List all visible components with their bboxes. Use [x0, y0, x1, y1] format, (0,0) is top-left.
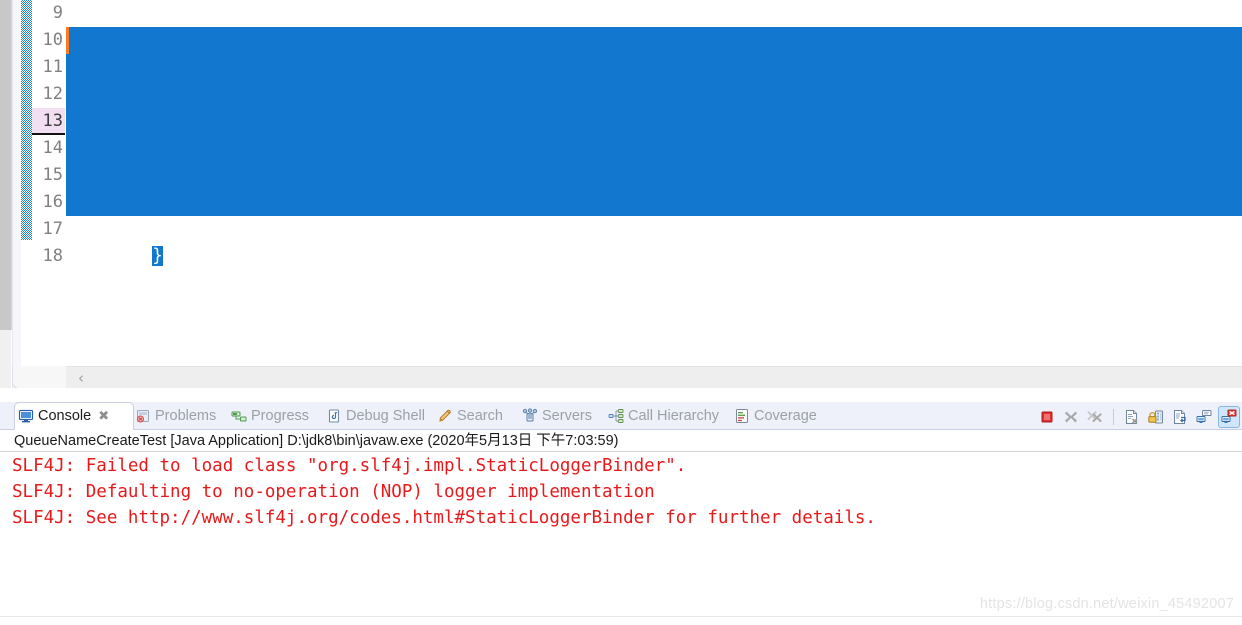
- tab-call-hierarchy[interactable]: Call Hierarchy: [605, 402, 722, 429]
- console-icon: [18, 408, 34, 424]
- tab-label: Console: [38, 408, 92, 424]
- line-number: 9: [52, 3, 63, 23]
- line-number: 11: [42, 57, 63, 77]
- selection-band: [66, 27, 1242, 54]
- close-icon[interactable]: ✖: [98, 408, 109, 424]
- selection-band: [66, 162, 1242, 189]
- selection-band: [66, 54, 1242, 81]
- watermark: https://blog.csdn.net/weixin_45492007: [979, 596, 1234, 612]
- tab-servers[interactable]: Servers: [519, 402, 595, 429]
- line-number: 15: [42, 165, 63, 185]
- line-number: 12: [42, 84, 63, 104]
- console-bottom-edge: [0, 616, 1242, 625]
- code-line: RabbitMqUtils mqUtils = new RabbitMqUtil…: [66, 81, 1242, 158]
- terminate-button[interactable]: [1037, 407, 1057, 427]
- console-output-line: SLF4J: Failed to load class "org.slf4j.i…: [12, 456, 687, 476]
- editor-horizontal-scrollbar[interactable]: ‹: [66, 366, 1242, 389]
- line-number-ruler: 9 10 11 12 13 14 15 16 17 18: [32, 0, 65, 388]
- tab-label: Servers: [542, 407, 592, 424]
- console-view: Console ✖ Problems Progress Debug Shell …: [0, 400, 1242, 625]
- tab-debug-shell[interactable]: Debug Shell: [323, 402, 428, 429]
- selection-band: [66, 135, 1242, 162]
- servers-icon: [522, 407, 538, 424]
- eclipse-ide-window: 9 10 11 12 13 14 15 16 17 18});}} ‹ C…: [0, 0, 1242, 625]
- code-line: public class QueueNameCreateTest {: [66, 27, 1242, 104]
- tab-label: Debug Shell: [346, 407, 425, 424]
- word-wrap-button[interactable]: [1170, 407, 1190, 427]
- tab-problems[interactable]: Problems: [132, 402, 219, 429]
- tab-coverage[interactable]: Coverage: [731, 402, 820, 429]
- annotation-ruler[interactable]: [21, 0, 32, 240]
- line-number: 14: [42, 138, 63, 158]
- search-icon: [437, 408, 453, 424]
- console-process-line: QueueNameCreateTest [Java Application] D…: [0, 430, 1242, 452]
- pin-console-button[interactable]: [1218, 406, 1240, 428]
- code-line: */: [66, 0, 1242, 50]
- change-marker-bar: [66, 27, 69, 54]
- code-line-current: mqUtils.reciver("", false,(x, y) -> {: [66, 108, 1242, 185]
- tab-label: Search: [457, 407, 503, 424]
- tab-console[interactable]: Console ✖: [14, 402, 134, 430]
- tab-progress[interactable]: Progress: [228, 402, 312, 429]
- code-text-area[interactable]: */ public class QueueNameCreateTest { pu…: [66, 0, 1242, 388]
- scroll-left-arrow-icon[interactable]: ‹: [72, 369, 90, 387]
- editor-folder-corner: [12, 366, 67, 389]
- java-editor[interactable]: 9 10 11 12 13 14 15 16 17 18});}} ‹: [0, 0, 1242, 398]
- tab-label: Problems: [155, 407, 217, 424]
- code-line: });: [66, 162, 1242, 239]
- tab-search[interactable]: Search: [434, 402, 506, 429]
- console-output-line: SLF4J: Defaulting to no-operation (NOP) …: [12, 482, 655, 502]
- progress-icon: [231, 408, 247, 424]
- problems-icon: [135, 408, 151, 424]
- tab-label: Progress: [251, 407, 310, 424]
- line-number: 10: [42, 30, 63, 50]
- code-line: }: [66, 216, 1242, 266]
- scroll-lock-button[interactable]: [1146, 407, 1166, 427]
- console-tab-bar: Console ✖ Problems Progress Debug Shell …: [0, 402, 1242, 430]
- selection-band: [66, 189, 1242, 216]
- line-number-current: 13: [32, 108, 65, 135]
- code-line: System.out.println(new String(y.getBody(…: [66, 135, 1242, 212]
- toolbar-separator: [1113, 409, 1114, 425]
- line-number: 17: [42, 219, 63, 239]
- clear-console-button[interactable]: [1122, 407, 1142, 427]
- tab-label: Coverage: [754, 407, 817, 424]
- line-number: 18: [42, 246, 63, 266]
- tab-label: Call Hierarchy: [628, 407, 720, 424]
- line-number: 16: [42, 192, 63, 212]
- remove-launch-button[interactable]: [1061, 407, 1081, 427]
- code-line: public static void main(String[] args) t…: [66, 54, 1242, 131]
- debug-shell-icon: [326, 408, 342, 424]
- console-output-line: SLF4J: See http://www.slf4j.org/codes.ht…: [12, 508, 876, 528]
- code-line: }: [66, 189, 1242, 266]
- selection-band: [66, 81, 1242, 108]
- selection-band: [66, 108, 1242, 135]
- editor-vertical-scrollbar-thumb[interactable]: [0, 0, 12, 330]
- show-console-button[interactable]: [1194, 407, 1214, 427]
- call-hierarchy-icon: [608, 408, 624, 424]
- console-toolbar: [1037, 405, 1240, 429]
- remove-all-terminated-button[interactable]: [1085, 407, 1105, 427]
- coverage-icon: [734, 408, 750, 424]
